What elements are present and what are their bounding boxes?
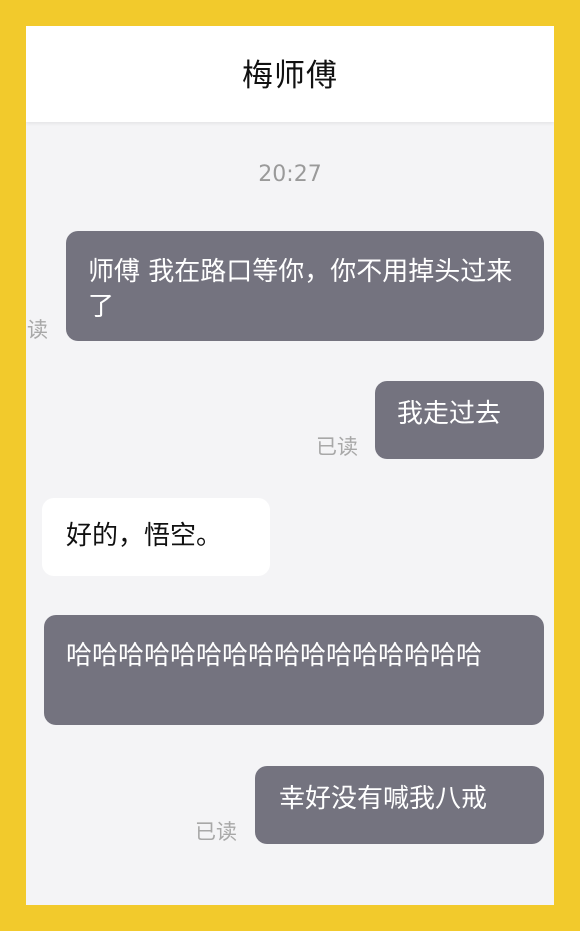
- incoming-message-bubble[interactable]: 好的，悟空。: [42, 498, 270, 576]
- message-text: 我走过去: [397, 399, 502, 429]
- read-status: 已读: [195, 820, 237, 844]
- read-status: 已读: [26, 318, 48, 342]
- message-timestamp: 20:27: [258, 162, 322, 187]
- outgoing-message-bubble[interactable]: 师傅 我在路口等你，你不用掉头过来了: [66, 231, 544, 341]
- message-text: 师傅 我在路口等你，你不用掉头过来了: [88, 257, 513, 322]
- outgoing-message-bubble[interactable]: 幸好没有喊我八戒: [255, 766, 544, 844]
- chat-screen: 梅师傅 20:27 师傅 我在路口等你，你不用掉头过来了 已读 我走过去 已读 …: [26, 26, 554, 905]
- read-status: 已读: [316, 435, 358, 459]
- message-text: 好的，悟空。: [66, 521, 223, 551]
- outgoing-message-bubble[interactable]: 哈哈哈哈哈哈哈哈哈哈哈哈哈哈哈哈: [44, 615, 544, 725]
- chat-header: 梅师傅: [26, 26, 554, 122]
- message-text: 哈哈哈哈哈哈哈哈哈哈哈哈哈哈哈哈: [66, 641, 483, 671]
- contact-name: 梅师傅: [242, 58, 338, 94]
- outgoing-message-bubble[interactable]: 我走过去: [375, 381, 544, 459]
- message-text: 幸好没有喊我八戒: [279, 784, 488, 814]
